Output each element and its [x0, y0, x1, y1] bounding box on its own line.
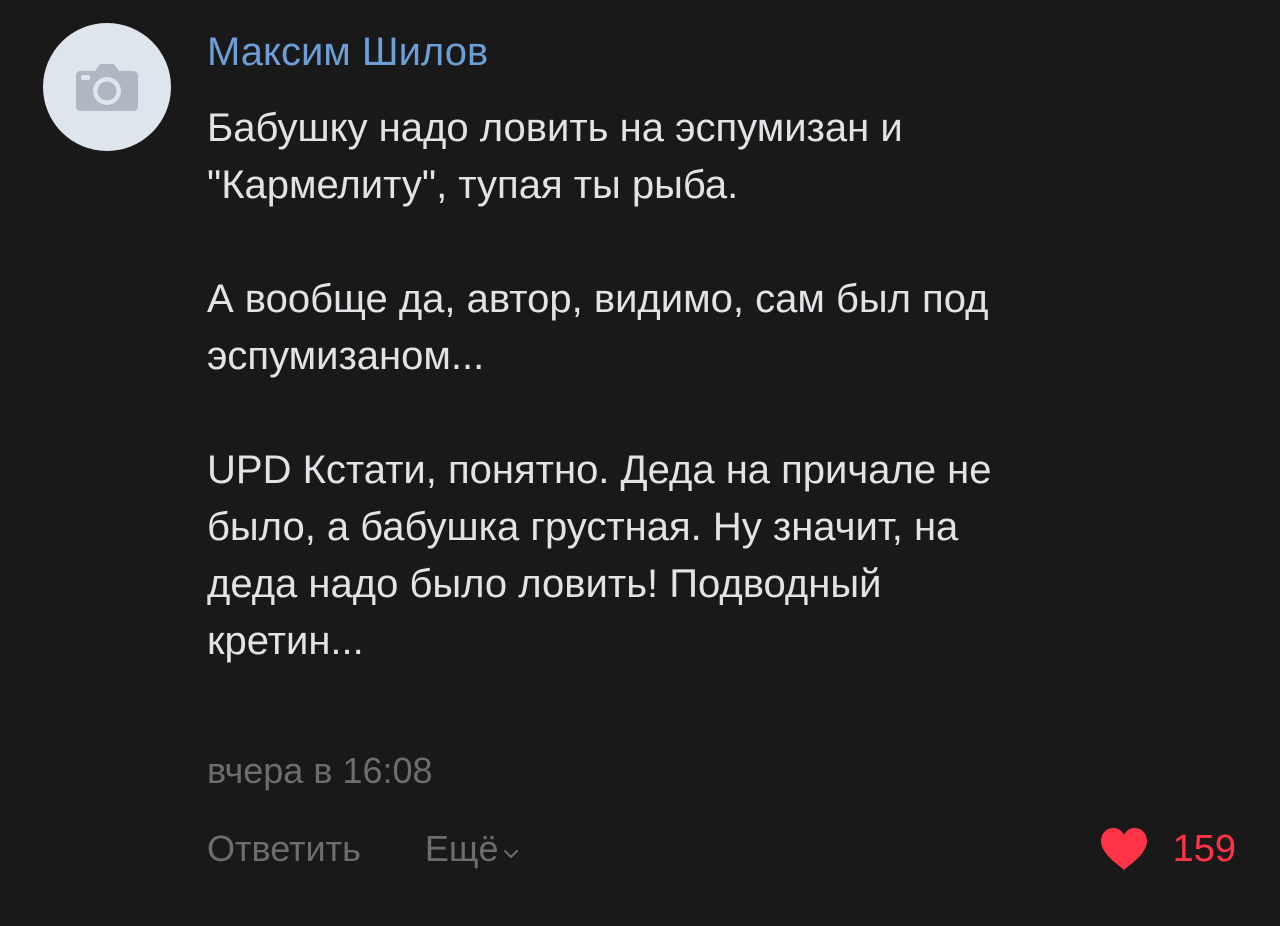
comment-text: Бабушку надо ловить на эспумизан и "Карм…: [207, 100, 1217, 670]
reply-button[interactable]: Ответить: [207, 826, 361, 872]
like-button[interactable]: 159: [1099, 826, 1236, 872]
more-label: Ещё: [424, 828, 499, 869]
comment-actions: Ответить Ещё: [207, 826, 519, 872]
camera-icon: [76, 64, 138, 111]
comment-paragraph: UPD Кстати, понятно. Деда на причале не …: [207, 448, 992, 663]
timestamp[interactable]: вчера в 16:08: [207, 748, 433, 794]
like-count: 159: [1172, 828, 1236, 870]
chevron-down-icon: [503, 850, 518, 858]
comment-paragraph: Бабушку надо ловить на эспумизан и "Карм…: [207, 106, 903, 207]
avatar[interactable]: [43, 23, 171, 151]
comment: Максим Шилов Бабушку надо ловить на эспу…: [0, 0, 1280, 926]
heart-icon: [1100, 828, 1147, 870]
more-button[interactable]: Ещё: [425, 826, 519, 872]
comment-paragraph: А вообще да, автор, видимо, сам был под …: [207, 277, 989, 378]
author-name[interactable]: Максим Шилов: [207, 28, 488, 76]
